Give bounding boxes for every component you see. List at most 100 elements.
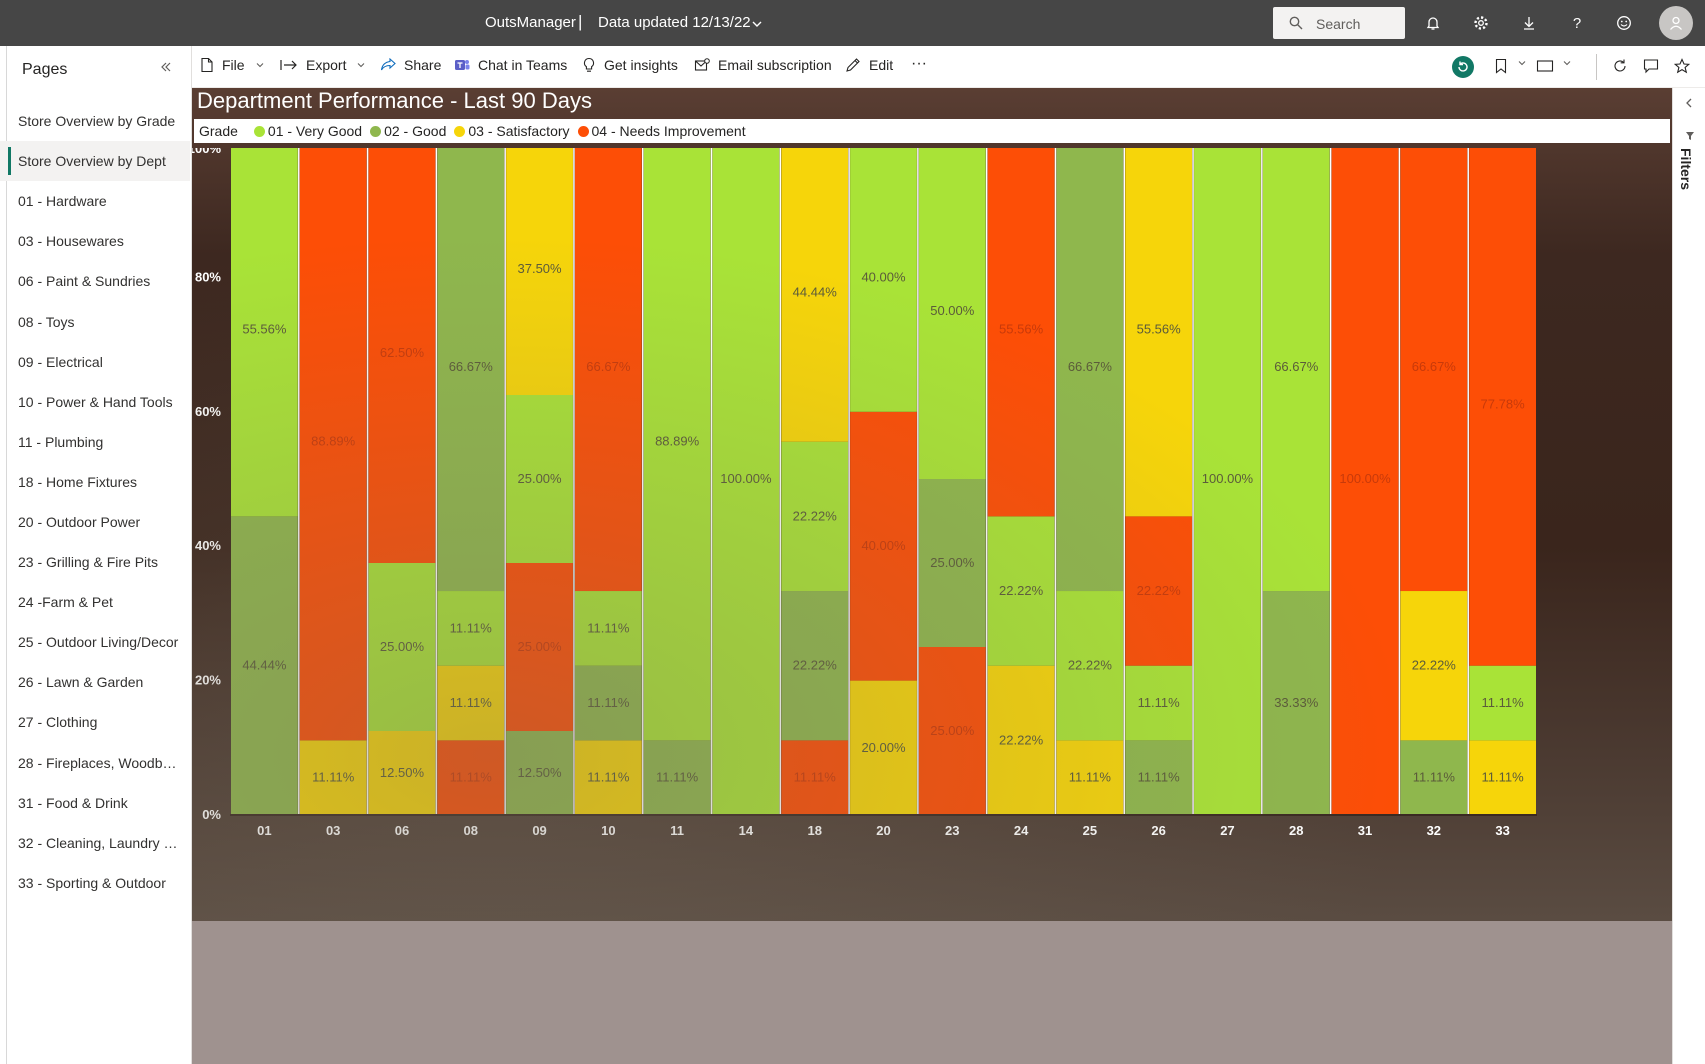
page-item[interactable]: 01 - Hardware	[0, 181, 190, 221]
chevron-down-icon[interactable]	[1517, 58, 1527, 68]
page-item[interactable]: 20 - Outdoor Power	[0, 502, 190, 542]
page-item[interactable]: 03 - Housewares	[0, 221, 190, 261]
filters-pane[interactable]: Filters	[1672, 88, 1705, 1064]
data-label: 11.11%	[1138, 695, 1181, 710]
data-label: 25.00%	[930, 555, 975, 570]
legend-label: 02 - Good	[384, 123, 447, 139]
page-item[interactable]: Store Overview by Grade	[0, 101, 190, 141]
data-label: 22.22%	[999, 732, 1044, 747]
avatar[interactable]	[1659, 6, 1693, 40]
feedback-smiley-icon[interactable]	[1614, 13, 1634, 33]
page-item[interactable]: 32 - Cleaning, Laundry & Storage	[0, 823, 190, 863]
y-axis-tick-label: 40%	[195, 538, 221, 553]
comment-icon[interactable]	[1643, 58, 1659, 74]
get-insights-label: Get insights	[604, 57, 678, 73]
legend-label: 04 - Needs Improvement	[591, 123, 746, 139]
page-item-label: 09 - Electrical	[18, 353, 103, 370]
stacked-bar-chart: 0% 20% 40% 60% 80% 100% 44.44% 55.56% 01 11.11% 88…	[192, 148, 1537, 838]
data-label: 22.22%	[999, 583, 1044, 598]
data-label: 66.67%	[1068, 359, 1113, 374]
help-icon[interactable]: ?	[1567, 13, 1587, 33]
legend-item[interactable]: 01 - Very Good	[253, 123, 362, 139]
legend-item[interactable]: 03 - Satisfactory	[454, 123, 570, 139]
data-label: 88.89%	[311, 434, 356, 449]
gear-icon[interactable]	[1471, 13, 1491, 33]
legend-title: Grade	[199, 123, 238, 139]
legend-item[interactable]: 04 - Needs Improvement	[577, 123, 746, 139]
department-performance-visual[interactable]: Department Performance - Last 90 Days Gr…	[192, 88, 1672, 921]
page-item[interactable]: 26 - Lawn & Garden	[0, 662, 190, 702]
data-label: 11.11%	[1413, 770, 1456, 785]
share-button[interactable]: Share	[380, 57, 441, 73]
data-label: 11.11%	[450, 695, 493, 710]
bookmark-icon[interactable]	[1494, 58, 1508, 74]
app-title[interactable]: OutsManager	[485, 14, 576, 31]
email-subscription-button[interactable]: Email subscription	[694, 57, 832, 73]
page-item[interactable]: 08 - Toys	[0, 301, 190, 341]
bell-icon[interactable]	[1423, 13, 1443, 33]
data-label: 11.11%	[1482, 695, 1525, 710]
page-item[interactable]: 33 - Sporting & Outdoor	[0, 863, 190, 903]
page-item[interactable]: 11 - Plumbing	[0, 422, 190, 462]
chevron-down-icon[interactable]	[751, 17, 763, 35]
page-item[interactable]: 09 - Electrical	[0, 342, 190, 382]
data-label: 55.56%	[242, 322, 287, 337]
page-item-label: 32 - Cleaning, Laundry & Storage	[18, 834, 182, 851]
page-item[interactable]: 25 - Outdoor Living/Decor	[0, 622, 190, 662]
get-insights-button[interactable]: Get insights	[582, 57, 678, 73]
data-label: 66.67%	[586, 359, 631, 374]
page-item[interactable]: 28 - Fireplaces, Woodburning	[0, 743, 190, 783]
pages-pane: Pages Store Overview by Grade Store Overv…	[0, 46, 192, 1064]
refresh-icon[interactable]	[1612, 58, 1628, 74]
search-input[interactable]: Search	[1273, 7, 1405, 39]
edit-button[interactable]: Edit	[845, 57, 893, 73]
download-icon[interactable]	[1519, 13, 1539, 33]
page-item[interactable]: 24 -Farm & Pet	[0, 582, 190, 622]
x-axis-tick-label: 18	[807, 823, 821, 838]
collapse-pane-icon[interactable]	[160, 60, 172, 76]
y-axis-tick-label: 0%	[202, 807, 221, 822]
chevron-down-icon	[358, 63, 365, 68]
chevron-down-icon[interactable]	[1562, 58, 1572, 68]
x-axis-tick-label: 08	[464, 823, 478, 838]
chat-in-teams-button[interactable]: Chat in Teams	[454, 57, 567, 73]
data-label: 22.22%	[793, 658, 838, 673]
data-label: 22.22%	[1412, 658, 1457, 673]
page-item[interactable]: 31 - Food & Drink	[0, 783, 190, 823]
title-separator: |	[578, 12, 583, 31]
file-label: File	[222, 57, 245, 73]
page-item[interactable]: 10 - Power & Hand Tools	[0, 382, 190, 422]
x-axis-tick-label: 28	[1289, 823, 1303, 838]
report-canvas: Department Performance - Last 90 Days Gr…	[192, 88, 1672, 1064]
legend-item[interactable]: 02 - Good	[370, 123, 446, 139]
x-axis-tick-label: 23	[945, 823, 959, 838]
data-label: 11.11%	[1069, 770, 1112, 785]
star-favorite-icon[interactable]	[1674, 58, 1690, 74]
x-axis-tick-label: 03	[326, 823, 340, 838]
page-item[interactable]: 06 - Paint & Sundries	[0, 261, 190, 301]
data-label: 77.78%	[1481, 396, 1526, 411]
page-item-label: 28 - Fireplaces, Woodburning	[18, 754, 182, 771]
reset-icon[interactable]	[1452, 56, 1474, 78]
page-item[interactable]: 23 - Grilling & Fire Pits	[0, 542, 190, 582]
data-updated-label[interactable]: Data updated 12/13/22	[598, 14, 751, 31]
view-icon[interactable]	[1536, 58, 1554, 74]
data-label: 44.44%	[793, 284, 838, 299]
pencil-icon	[846, 58, 860, 72]
export-menu[interactable]: Export	[280, 57, 366, 73]
file-icon	[201, 57, 213, 73]
page-list: Store Overview by Grade Store Overview by…	[0, 101, 190, 903]
more-options-button[interactable]: ···	[911, 55, 927, 73]
page-item[interactable]: 18 - Home Fixtures	[0, 462, 190, 502]
y-axis-tick-label: 20%	[195, 673, 221, 688]
data-label: 22.22%	[1137, 583, 1182, 598]
legend-marker	[454, 125, 466, 137]
data-label: 88.89%	[655, 434, 700, 449]
file-menu[interactable]: File	[200, 57, 265, 73]
page-item[interactable]: 27 - Clothing	[0, 702, 190, 742]
expand-filters-icon[interactable]	[1685, 98, 1693, 111]
page-item[interactable]: Store Overview by Dept	[0, 141, 190, 182]
x-axis-tick-label: 09	[532, 823, 546, 838]
filters-label: Filters	[1678, 148, 1694, 191]
chevron-down-icon	[256, 63, 263, 68]
